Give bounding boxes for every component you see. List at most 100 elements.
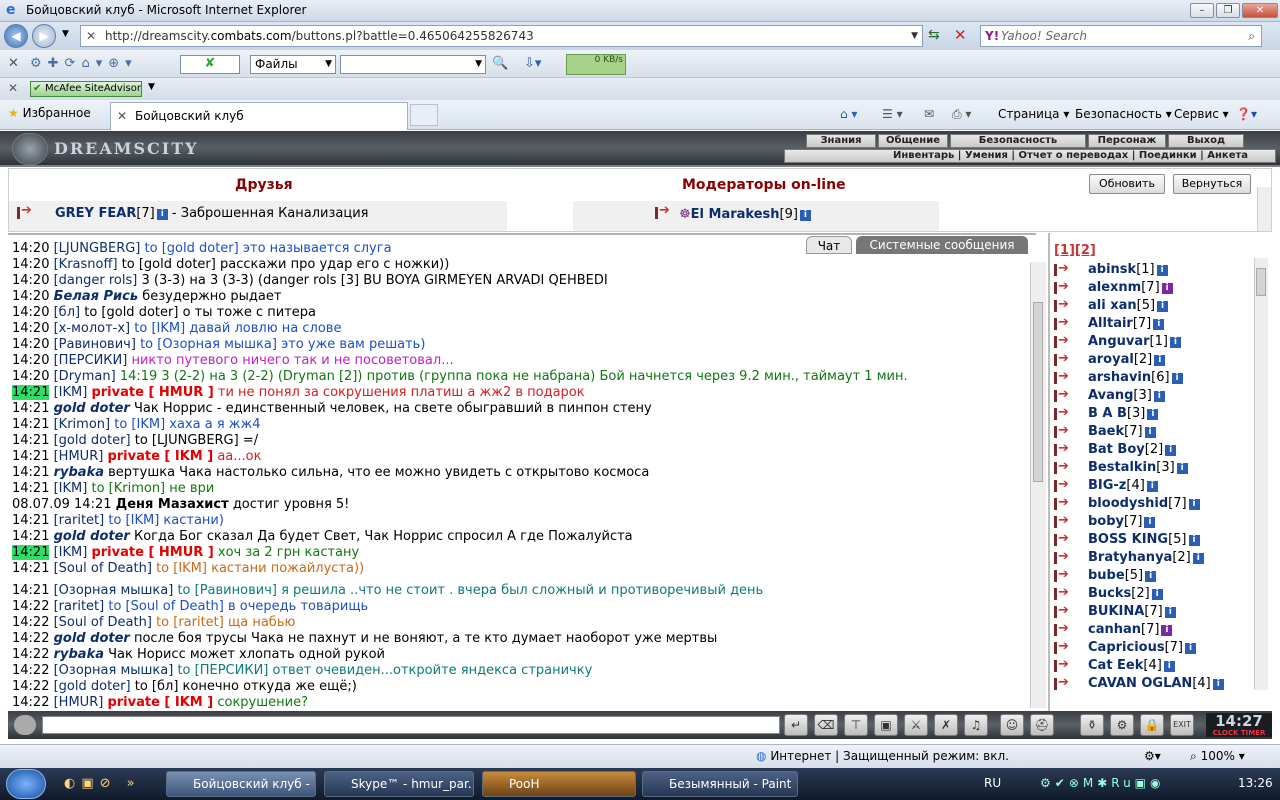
task-skype[interactable]: Skype™ - hmur_par...	[324, 771, 474, 797]
chat-scroll-thumb[interactable]	[1033, 302, 1043, 482]
message-target[interactable]: to [бл]	[135, 679, 179, 694]
online-user[interactable]: B A B[3]i	[1050, 404, 1270, 423]
toolbar-action-icon[interactable]: ✘	[180, 55, 240, 74]
save-icon[interactable]: ▣	[874, 714, 898, 736]
message-target[interactable]: to [IKM]	[114, 417, 165, 432]
user-name[interactable]: bloodyshid	[1088, 496, 1168, 511]
message-author[interactable]: [х-молот-х]	[54, 321, 131, 336]
smiley-icon[interactable]: ☺	[1000, 714, 1024, 736]
user-name[interactable]: bube	[1088, 568, 1125, 583]
toolbar-search-icon[interactable]: 🔍	[492, 56, 508, 71]
online-user[interactable]: Baek[7]i	[1050, 422, 1270, 441]
tab-system-messages[interactable]: Системные сообщения	[856, 236, 1028, 254]
message-author[interactable]: [Krasnoff]	[54, 257, 118, 272]
online-user[interactable]: aroyal[2]i	[1050, 350, 1270, 369]
info-icon[interactable]: i	[1176, 463, 1188, 474]
message-target[interactable]: to [Soul of Death]	[108, 599, 224, 614]
private-arrow-icon[interactable]	[1054, 530, 1076, 548]
private-arrow-icon[interactable]	[655, 203, 677, 219]
user-name[interactable]: abinsk	[1088, 262, 1136, 277]
help-icon[interactable]: ❓▾	[1236, 107, 1257, 121]
user-name[interactable]: BIG-z	[1088, 478, 1126, 493]
search-input[interactable]: Y! Yahoo! Search ⌕	[980, 25, 1262, 47]
zoom-control[interactable]: ⌕ 100% ▾	[1190, 749, 1245, 764]
info-icon[interactable]: i	[1164, 607, 1176, 618]
message-author[interactable]: [Равинович]	[54, 337, 136, 352]
files-select[interactable]: Файлы ▼	[250, 55, 336, 74]
tray-icons[interactable]: ⚙✔⊗M✱Ru▣◉	[1040, 776, 1165, 790]
maximize-button[interactable]: ❐	[1216, 3, 1240, 18]
task-pooh[interactable]: PooH	[482, 771, 636, 797]
online-user[interactable]: alexnm[7]i	[1050, 278, 1270, 297]
private-arrow-icon[interactable]	[1054, 620, 1076, 638]
info-icon[interactable]: i	[1169, 337, 1181, 348]
back-button[interactable]: ◀	[4, 24, 28, 48]
message-target[interactable]: to [IKM]	[156, 561, 207, 576]
user-name[interactable]: arshavin	[1088, 370, 1151, 385]
user-name[interactable]: Baek	[1088, 424, 1124, 439]
info-icon[interactable]: i	[1146, 481, 1158, 492]
task-fight-club[interactable]: Бойцовский клуб - ...	[166, 771, 316, 797]
message-author[interactable]: [Dryman]	[54, 369, 116, 384]
private-arrow-icon[interactable]	[1054, 350, 1076, 368]
message-author[interactable]: gold doter	[54, 529, 130, 544]
tray-clock[interactable]: 13:26	[1238, 776, 1273, 790]
message-author[interactable]: [Krimon]	[54, 417, 110, 432]
message-author[interactable]: Белая Рись	[54, 289, 138, 304]
online-user[interactable]: BIG-z[4]i	[1050, 476, 1270, 495]
online-user[interactable]: Bucks[2]i	[1050, 584, 1270, 603]
message-author[interactable]: gold doter	[54, 401, 130, 416]
online-user[interactable]: Bestalkin[3]i	[1050, 458, 1270, 477]
moderator-name[interactable]: El Marakesh	[691, 207, 780, 222]
message-target[interactable]: to [IKM]	[108, 513, 159, 528]
info-icon[interactable]: i	[1145, 571, 1157, 582]
message-author[interactable]: [IKM]	[54, 481, 88, 496]
user-name[interactable]: aroyal	[1088, 352, 1134, 367]
message-author[interactable]: Деня Мазахист	[116, 497, 229, 512]
message-author[interactable]: gold doter	[54, 631, 130, 646]
message-author[interactable]: [HMUR]	[54, 449, 104, 464]
private-arrow-icon[interactable]	[1054, 368, 1076, 386]
protected-mode-icon[interactable]: ⚙▾	[1144, 749, 1161, 763]
user-name[interactable]: Capricious	[1088, 640, 1165, 655]
online-user[interactable]: Cat Eek[4]i	[1050, 656, 1270, 675]
mail-icon[interactable]: ✉	[924, 107, 934, 121]
message-author[interactable]: [Озорная мышка]	[54, 663, 174, 678]
minimize-button[interactable]: –	[1190, 3, 1214, 18]
private-arrow-icon[interactable]	[1054, 458, 1076, 476]
menu-knowledge[interactable]: Знания	[806, 134, 876, 148]
user-name[interactable]: alexnm	[1088, 280, 1141, 295]
message-target[interactable]: to [raritet]	[156, 615, 224, 630]
favorites-button[interactable]: ★ Избранное	[8, 106, 91, 120]
private-arrow-icon[interactable]	[1054, 422, 1076, 440]
tab-chat[interactable]: Чат	[806, 236, 852, 254]
inventory-icon[interactable]: ⚙	[1110, 714, 1134, 736]
forward-button[interactable]: ▶	[32, 24, 56, 48]
fight-icon[interactable]: ⚔	[904, 714, 928, 736]
url-dropdown-icon[interactable]: ▼	[911, 26, 918, 46]
refresh-button[interactable]: Обновить	[1089, 174, 1165, 194]
mcafee-dropdown-icon[interactable]: ▼	[148, 82, 155, 92]
message-target[interactable]: to [gold doter]	[84, 305, 178, 320]
private-arrow-icon[interactable]	[17, 203, 39, 219]
private-arrow-icon[interactable]	[1054, 548, 1076, 566]
message-author[interactable]: [raritet]	[54, 599, 105, 614]
private-target[interactable]: private [ HMUR ]	[91, 385, 213, 400]
submenu-row[interactable]: Инвентарь | Умения | Отчет о переводах |…	[784, 149, 1276, 163]
start-button[interactable]	[6, 769, 46, 799]
private-arrow-icon[interactable]	[1054, 494, 1076, 512]
toolbar-close-icon[interactable]: ✕	[8, 56, 19, 71]
message-author[interactable]: rybaka	[54, 465, 104, 480]
info-icon[interactable]: i	[1147, 409, 1159, 420]
new-tab-button[interactable]	[410, 104, 438, 126]
chat-settings-icon[interactable]	[14, 715, 36, 735]
user-name[interactable]: B A B	[1088, 406, 1127, 421]
private-arrow-icon[interactable]	[1054, 674, 1076, 692]
info-icon[interactable]: i	[156, 209, 168, 220]
message-target[interactable]: to [Равинович]	[177, 583, 277, 598]
history-dropdown-icon[interactable]: ▼	[62, 29, 69, 39]
service-menu[interactable]: Сервис ▾	[1174, 107, 1229, 121]
info-icon[interactable]: i	[1188, 499, 1200, 510]
private-target[interactable]: private [ IKM ]	[107, 695, 213, 710]
info-icon[interactable]: i	[1165, 445, 1177, 456]
